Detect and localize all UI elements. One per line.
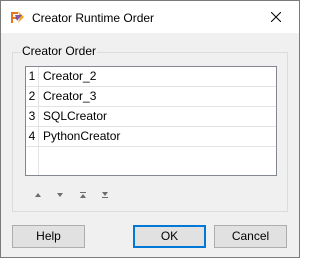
list-item[interactable]: 1 Creator_2 xyxy=(26,67,276,87)
list-item[interactable]: 2 Creator_3 xyxy=(26,87,276,107)
move-down-button[interactable] xyxy=(53,189,67,201)
move-to-bottom-icon xyxy=(102,192,108,198)
help-button[interactable]: Help xyxy=(12,225,85,248)
list-item[interactable]: 3 SQLCreator xyxy=(26,107,276,127)
row-label: SQLCreator xyxy=(43,109,108,123)
fme-logo-icon xyxy=(9,9,25,25)
move-up-button[interactable] xyxy=(31,189,45,201)
move-to-bottom-button[interactable] xyxy=(98,189,112,201)
row-index: 4 xyxy=(26,127,39,146)
order-controls xyxy=(31,189,115,201)
list-item[interactable]: 4 PythonCreator xyxy=(26,127,276,147)
move-to-top-button[interactable] xyxy=(76,189,90,201)
ok-button[interactable]: OK xyxy=(133,225,206,248)
row-index: 1 xyxy=(26,67,39,86)
group-label: Creator Order xyxy=(21,44,98,58)
close-button[interactable] xyxy=(253,1,299,32)
row-label: Creator_2 xyxy=(43,69,97,83)
index-column-filler xyxy=(26,147,39,175)
cancel-button[interactable]: Cancel xyxy=(214,225,287,248)
title-bar[interactable]: Creator Runtime Order xyxy=(1,1,299,33)
row-label: PythonCreator xyxy=(43,129,121,143)
move-up-icon xyxy=(35,193,41,197)
move-to-top-icon xyxy=(80,192,86,198)
creator-order-list[interactable]: 1 Creator_2 2 Creator_3 3 SQLCreator 4 P… xyxy=(25,66,277,176)
row-index: 3 xyxy=(26,107,39,126)
move-down-icon xyxy=(57,193,63,197)
window-title: Creator Runtime Order xyxy=(32,11,155,25)
close-icon xyxy=(271,11,281,22)
row-label: Creator_3 xyxy=(43,89,97,103)
dialog-window: Creator Runtime Order Creator Order 1 Cr… xyxy=(0,0,300,258)
row-index: 2 xyxy=(26,87,39,106)
